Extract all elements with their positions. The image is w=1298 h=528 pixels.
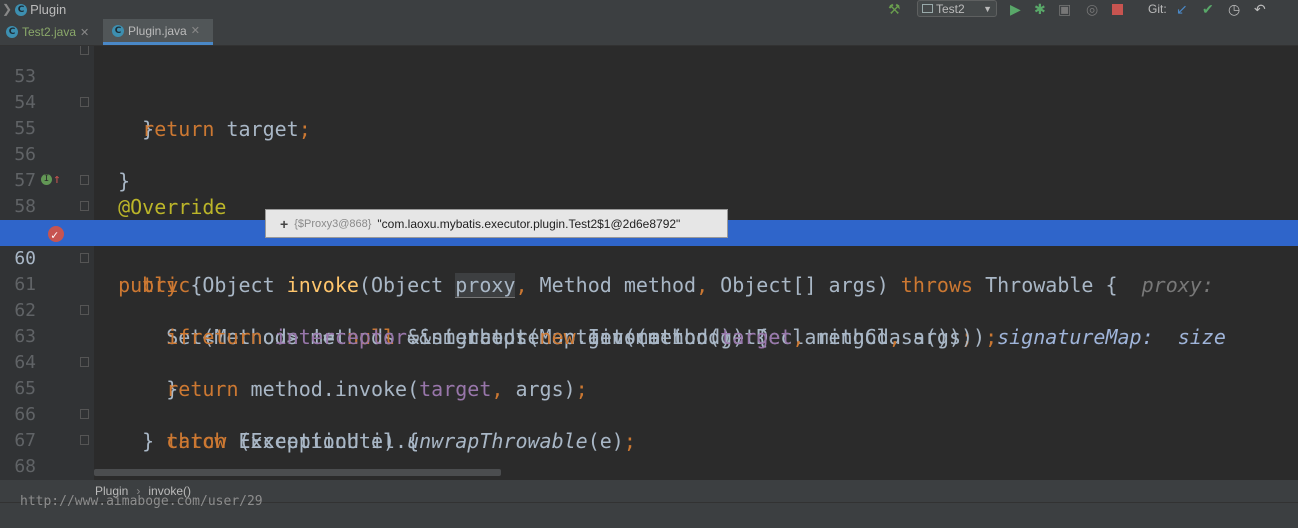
close-icon[interactable]: ✕ [191, 24, 200, 37]
close-icon[interactable]: ✕ [80, 26, 89, 39]
code-line: 61 if (methods != null && methods.contai… [0, 246, 1298, 349]
editor-tabs: C Test2.java ✕ C Plugin.java ✕ [0, 19, 1298, 46]
nav-breadcrumb-label: Plugin [30, 2, 67, 17]
code-line: 54 return target; [0, 64, 1298, 141]
code-line: 53 } [0, 46, 1298, 141]
code-line: 58 I ↑ public Object invoke(Object proxy… [0, 168, 1298, 298]
code-line: 62 return interceptor.intercept(new Invo… [0, 272, 1298, 349]
fold-marker-icon[interactable] [80, 357, 89, 367]
override-marker[interactable]: I ↑ [41, 172, 61, 187]
run-icon[interactable]: ▶ [1010, 1, 1021, 17]
tab-label: Test2.java [22, 25, 77, 39]
tab-label: Plugin.java [128, 23, 187, 38]
fold-marker-icon[interactable] [80, 46, 89, 55]
profile-icon[interactable]: ◎ [1086, 1, 1098, 17]
nav-breadcrumb[interactable]: ❯ C Plugin [2, 0, 66, 19]
run-configuration-select[interactable]: Test2 ▼ [917, 0, 997, 17]
watermark-text: http://www.aimaboge.com/user/29 [20, 494, 263, 509]
debug-icon[interactable]: ✱ [1034, 1, 1046, 17]
tab-test2-java[interactable]: C Test2.java ✕ [0, 19, 103, 45]
fold-marker-icon[interactable] [80, 201, 89, 211]
stop-icon[interactable] [1112, 1, 1123, 17]
fold-marker-icon[interactable] [80, 305, 89, 315]
fold-marker-icon[interactable] [80, 409, 89, 419]
code-line: 57 @Override [0, 142, 1298, 219]
fold-marker-icon[interactable] [80, 175, 89, 185]
rollback-icon[interactable]: ↶ [1254, 1, 1266, 17]
class-icon: C [112, 24, 124, 37]
config-icon [922, 4, 933, 13]
class-icon: C [6, 26, 18, 38]
expand-icon[interactable]: + [280, 216, 288, 232]
fold-marker-icon[interactable] [80, 97, 89, 107]
code-line: 55 } [0, 90, 1298, 193]
tab-plugin-java[interactable]: C Plugin.java ✕ [103, 19, 213, 45]
history-icon[interactable]: ◷ [1228, 1, 1240, 17]
chevron-down-icon: ▼ [983, 3, 992, 14]
code-line: 65 } catch (Exception e) { [0, 350, 1298, 453]
navigation-bar: ❯ C Plugin ⚒ Test2 ▼ ▶ ✱ ▣ ◎ Git: ↙ ✔ ◷ … [0, 0, 1298, 19]
code-line: 67 } [0, 402, 1298, 451]
code-line: 63 } [0, 298, 1298, 401]
check-icon: ✓ [51, 228, 59, 242]
git-commit-icon[interactable]: ✔ [1202, 1, 1214, 17]
debug-value-tooltip: + {$Proxy3@868} "com.laoxu.mybatis.execu… [265, 209, 728, 238]
class-icon: C [15, 3, 28, 16]
coverage-icon[interactable]: ▣ [1058, 1, 1071, 17]
code-line: 64 return method.invoke(target, args); [0, 324, 1298, 401]
arrow-up-icon: ↑ [53, 172, 61, 187]
tooltip-value: "com.laoxu.mybatis.executor.plugin.Test2… [377, 216, 681, 231]
code-line: 66 throw ExceptionUtil.unwrapThrowable(e… [0, 376, 1298, 453]
run-config-label: Test2 [936, 1, 965, 16]
chevron-right-icon: ❯ [2, 2, 13, 16]
fold-marker-icon[interactable] [80, 253, 89, 263]
tooltip-object-id: {$Proxy3@868} [294, 217, 372, 230]
fold-marker-icon[interactable] [80, 435, 89, 445]
git-label: Git: [1148, 2, 1167, 16]
git-update-icon[interactable]: ↙ [1176, 1, 1188, 17]
code-line: 69 [0, 454, 1298, 480]
code-editor[interactable]: 53 } 54 return target; 55 } 56 57 @Overr… [0, 46, 1298, 480]
override-icon: I [41, 174, 52, 185]
code-line: 68 } [0, 428, 1298, 477]
build-hammer-icon[interactable]: ⚒ [888, 1, 901, 17]
code-line: 56 [0, 116, 1298, 165]
horizontal-scrollbar[interactable] [94, 469, 501, 476]
